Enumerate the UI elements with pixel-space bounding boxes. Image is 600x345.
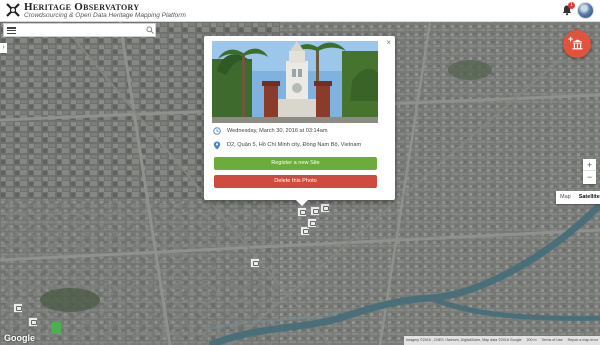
app-title: Heritage Observatory [24,1,140,13]
photo-marker[interactable] [310,206,320,216]
user-avatar[interactable] [577,2,594,19]
imagery-credit: Imagery ©2016 , CNES / Astrium, DigitalG… [406,338,522,342]
report-link[interactable]: Report a map error [568,336,598,345]
photo-marker[interactable] [307,218,317,228]
notification-badge: 1 [568,2,575,9]
search-input[interactable] [20,25,140,35]
map-type-toggle: Map Satellite [556,191,600,204]
map-attribution: Imagery ©2016 , CNES / Astrium, DigitalG… [404,336,600,345]
heritage-site-marker[interactable] [51,322,61,334]
app-subtitle: Crowdsourcing & Open Data Heritage Mappi… [24,12,186,19]
search-icon[interactable] [146,26,154,34]
register-site-button[interactable]: Register a new Site [214,157,377,170]
scale-label: 200 m [526,338,537,342]
photo-date: Wednesday, March 30, 2016 at 03:14am [227,128,328,134]
photo-address: D2, Quận 5, Hồ Chí Minh city, Đồng Nam B… [227,142,362,148]
add-site-button[interactable]: + [563,30,591,58]
delete-photo-button[interactable]: Delete this Photo [214,175,377,188]
zoom-control: + − [583,159,596,184]
zoom-out-button[interactable]: − [583,171,596,183]
google-logo: Google [4,333,35,343]
logo-icon[interactable] [6,3,20,17]
photo-marker[interactable] [250,258,260,268]
photo-marker[interactable] [28,317,38,327]
heritage-photo[interactable] [212,41,378,123]
zoom-in-button[interactable]: + [583,159,596,171]
map-type-satellite[interactable]: Satellite [575,191,600,204]
search-bar [3,23,156,37]
photo-marker[interactable] [13,303,23,313]
map-type-map[interactable]: Map [556,191,575,204]
terms-link[interactable]: Terms of Use [541,336,562,345]
photo-marker[interactable] [297,207,307,217]
photo-marker[interactable] [320,203,330,213]
brand[interactable]: Heritage Observatory Crowdsourcing & Ope… [24,2,186,20]
sidebar-toggle[interactable]: › [0,43,7,53]
close-icon[interactable]: × [386,38,391,47]
app-header: Heritage Observatory Crowdsourcing & Ope… [0,0,600,22]
location-pin-icon [213,141,221,150]
menu-icon[interactable] [7,27,16,35]
clock-icon [213,127,221,135]
heritage-site-icon [572,39,583,50]
photo-popup: × Wednesday, March 30, 2016 at 03:14am D… [204,36,395,206]
